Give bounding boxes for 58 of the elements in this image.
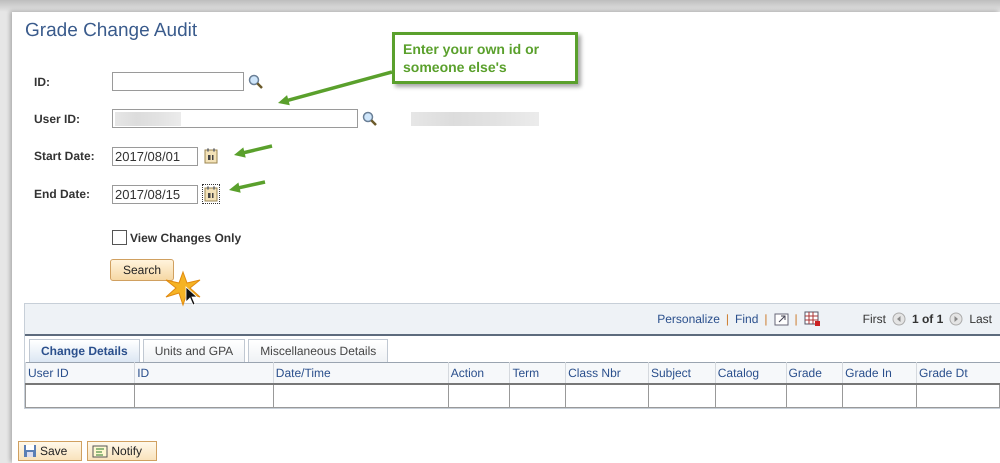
column-header: Subject [648, 362, 716, 384]
column-header: Action [448, 362, 510, 384]
last-label: Last [969, 312, 992, 326]
separator: | [764, 312, 768, 326]
redacted-value [115, 112, 181, 126]
input-field[interactable] [112, 72, 244, 91]
page-title: Grade Change Audit [25, 20, 198, 42]
note-icon [92, 444, 108, 458]
table-cell [448, 384, 510, 408]
separator: | [794, 312, 798, 326]
tab[interactable]: Change Details [29, 339, 140, 362]
calendar-icon [204, 148, 218, 164]
click-burst-drawing [166, 270, 200, 307]
column-header: Class Nbr [566, 362, 648, 384]
date-field[interactable]: 2017/08/01 [112, 146, 198, 166]
floppy-icon [23, 444, 37, 458]
field-label: Start Date: [34, 149, 96, 163]
checkbox-label: View Changes Only [130, 230, 242, 244]
first-label: First [862, 312, 886, 326]
column-header: Date/Time [273, 362, 448, 384]
column-header: User ID [26, 362, 135, 384]
date-field[interactable]: 2017/08/15 [112, 184, 198, 204]
pointer-arrow [234, 144, 272, 158]
table-cell [510, 384, 566, 408]
popout-icon[interactable] [774, 312, 789, 326]
input-field[interactable] [112, 109, 358, 128]
column-header: Grade [786, 362, 843, 384]
column-header: Grade Dt [916, 362, 1000, 384]
table-cell [786, 384, 843, 408]
separator: | [726, 312, 730, 326]
search-icon[interactable] [248, 74, 263, 89]
checkbox[interactable] [112, 230, 127, 245]
calendar-icon [204, 186, 218, 202]
column-header: Grade In [842, 362, 916, 384]
search-button[interactable]: Search [110, 259, 174, 281]
save-button[interactable]: Save [18, 441, 82, 461]
column-header: Catalog [715, 362, 786, 384]
personalize-link[interactable]: Personalize [657, 312, 720, 326]
grid-icon[interactable] [804, 311, 821, 327]
pointer-arrow [229, 180, 266, 193]
notify-button[interactable]: Notify [87, 441, 158, 461]
search-icon[interactable] [362, 111, 377, 126]
find-link[interactable]: Find [735, 312, 758, 326]
previous-icon[interactable] [892, 312, 906, 326]
calendar-button[interactable] [202, 184, 220, 204]
field-label: User ID: [34, 112, 82, 126]
tab[interactable]: Units and GPA [142, 339, 246, 362]
callout-note: Enter your own id or someone else's [392, 32, 578, 84]
table-cell [715, 384, 786, 408]
table-cell [648, 384, 716, 408]
column-header: Term [510, 362, 566, 384]
field-label: End Date: [34, 187, 92, 201]
column-header: ID [134, 362, 274, 384]
next-icon[interactable] [949, 312, 964, 326]
tab[interactable]: Miscellaneous Details [248, 339, 388, 362]
page-count: 1 of 1 [912, 312, 944, 326]
field-label: ID: [34, 74, 51, 88]
calendar-button[interactable] [202, 146, 220, 166]
